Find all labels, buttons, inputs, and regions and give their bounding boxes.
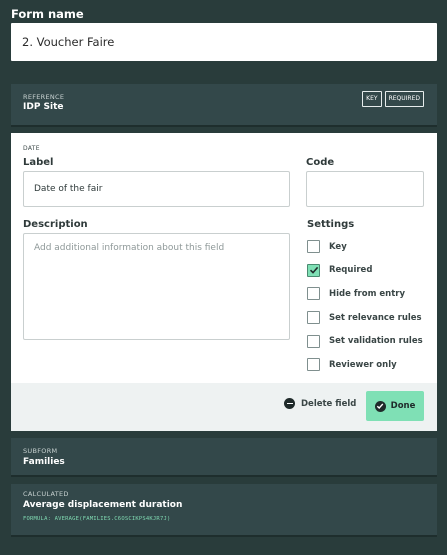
setting-label: Hide from entry bbox=[329, 288, 405, 299]
setting-label: Required bbox=[329, 265, 373, 276]
code-input[interactable] bbox=[306, 171, 424, 207]
field-type-label: SUBFORM bbox=[23, 447, 58, 455]
key-checkbox[interactable] bbox=[307, 240, 320, 254]
setting-hide-from-entry[interactable]: Hide from entry bbox=[307, 282, 423, 306]
delete-field-button[interactable]: Delete field bbox=[284, 398, 356, 409]
field-title: Average displacement duration bbox=[23, 500, 183, 510]
calculated-field-card[interactable]: CALCULATED Average displacement duration… bbox=[11, 484, 437, 537]
delete-field-label: Delete field bbox=[301, 398, 357, 409]
key-badge: KEY bbox=[362, 91, 382, 107]
setting-reviewer-only[interactable]: Reviewer only bbox=[307, 353, 423, 377]
setting-relevance-rules[interactable]: Set relevance rules bbox=[307, 306, 423, 330]
field-title: IDP Site bbox=[23, 102, 64, 112]
relevance-rules-checkbox[interactable] bbox=[307, 311, 320, 325]
formula-text: FORMULA: AVERAGE(FAMILIES.C6OSCIKPS4KJR7… bbox=[23, 516, 171, 522]
setting-label: Set relevance rules bbox=[329, 312, 422, 323]
done-button[interactable]: Done bbox=[366, 391, 424, 421]
settings-list: Key Required Hide from entry Set relevan… bbox=[307, 235, 423, 377]
label-input[interactable] bbox=[23, 171, 290, 207]
validation-rules-checkbox[interactable] bbox=[307, 334, 320, 348]
setting-validation-rules[interactable]: Set validation rules bbox=[307, 329, 423, 353]
minus-circle-icon bbox=[284, 398, 295, 409]
description-textarea[interactable] bbox=[23, 233, 290, 340]
field-editor-panel: DATE Label Code Description Settings Key… bbox=[11, 133, 437, 431]
setting-label: Set validation rules bbox=[329, 336, 423, 347]
subform-field-card[interactable]: SUBFORM Families bbox=[11, 438, 437, 477]
done-label: Done bbox=[390, 401, 416, 411]
field-title: Families bbox=[23, 457, 65, 467]
field-type-label: DATE bbox=[23, 145, 40, 152]
description-heading: Description bbox=[23, 219, 88, 230]
label-heading: Label bbox=[23, 157, 54, 168]
code-heading: Code bbox=[306, 157, 335, 168]
reviewer-only-checkbox[interactable] bbox=[307, 358, 320, 372]
setting-key[interactable]: Key bbox=[307, 235, 423, 259]
setting-label: Reviewer only bbox=[329, 359, 397, 370]
editor-action-bar: Delete field Done bbox=[11, 383, 437, 431]
field-type-label: REFERENCE bbox=[23, 93, 65, 101]
reference-field-card[interactable]: REFERENCE IDP Site KEY REQUIRED bbox=[11, 84, 437, 127]
field-badges: KEY REQUIRED bbox=[362, 91, 424, 107]
hide-from-entry-checkbox[interactable] bbox=[307, 287, 320, 301]
required-checkbox[interactable] bbox=[307, 263, 320, 277]
form-name-label: Form name bbox=[11, 7, 84, 21]
form-name-input[interactable] bbox=[11, 23, 437, 61]
check-circle-icon bbox=[374, 400, 386, 412]
setting-required[interactable]: Required bbox=[307, 259, 423, 283]
field-type-label: CALCULATED bbox=[23, 490, 69, 498]
required-badge: REQUIRED bbox=[384, 91, 424, 107]
setting-label: Key bbox=[329, 241, 347, 252]
checkmark-icon bbox=[309, 267, 318, 275]
settings-heading: Settings bbox=[307, 219, 355, 230]
